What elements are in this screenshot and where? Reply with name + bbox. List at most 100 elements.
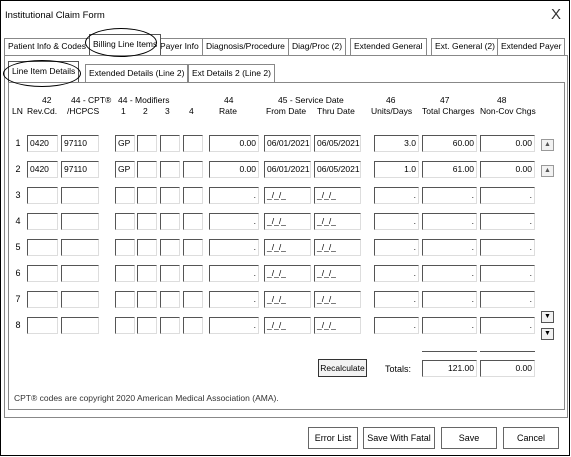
line-mod2-field[interactable] [137,187,157,204]
tab-payer-info[interactable]: Payer Info [156,38,203,55]
line-thru-field[interactable]: _/_/_ [314,187,361,204]
line-mod4-field[interactable] [183,239,203,256]
line-thru-field[interactable]: _/_/_ [314,291,361,308]
line-rate-field[interactable]: . [209,213,259,230]
line-from-field[interactable]: 06/01/2021 [264,161,311,178]
line-thru-field[interactable]: _/_/_ [314,239,361,256]
line-thru-field[interactable]: _/_/_ [314,317,361,334]
line-total-field[interactable]: . [422,291,477,308]
line-units-field[interactable]: 1.0 [374,161,419,178]
save-button[interactable]: Save [441,427,497,449]
line-units-field[interactable]: . [374,213,419,230]
line-noncov-field[interactable]: . [480,317,535,334]
line-rev-field[interactable]: 0420 [27,161,58,178]
line-rate-field[interactable]: 0.00 [209,135,259,152]
tab-ext-general-2[interactable]: Ext. General (2) [431,38,499,55]
line-noncov-field[interactable]: . [480,291,535,308]
line-mod3-field[interactable] [160,317,180,334]
cancel-button[interactable]: Cancel [503,427,559,449]
error-list-button[interactable]: Error List [308,427,358,449]
line-rate-field[interactable]: . [209,239,259,256]
line-rev-field[interactable] [27,239,58,256]
down-arrow-icon[interactable]: ▼ [541,311,554,323]
line-mod3-field[interactable] [160,239,180,256]
line-total-field[interactable]: . [422,187,477,204]
subtab-ext-details-2[interactable]: Ext Details 2 (Line 2) [188,64,275,82]
line-mod1-field[interactable] [115,317,135,334]
line-cpt-field[interactable] [61,317,99,334]
line-total-field[interactable]: . [422,317,477,334]
line-noncov-field[interactable]: . [480,213,535,230]
line-mod1-field[interactable] [115,239,135,256]
line-rate-field[interactable]: 0.00 [209,161,259,178]
line-noncov-field[interactable]: 0.00 [480,161,535,178]
line-units-field[interactable]: 3.0 [374,135,419,152]
line-thru-field[interactable]: _/_/_ [314,265,361,282]
line-total-field[interactable]: . [422,213,477,230]
line-thru-field[interactable]: 06/05/2021 [314,161,361,178]
line-from-field[interactable]: _/_/_ [264,213,311,230]
line-cpt-field[interactable] [61,187,99,204]
tab-patient-info[interactable]: Patient Info & Codes [4,38,90,55]
tab-diagnosis-procedure[interactable]: Diagnosis/Procedure [202,38,289,55]
line-thru-field[interactable]: _/_/_ [314,213,361,230]
line-noncov-field[interactable]: . [480,265,535,282]
line-mod3-field[interactable] [160,213,180,230]
line-cpt-field[interactable] [61,265,99,282]
line-mod4-field[interactable] [183,317,203,334]
line-rev-field[interactable] [27,265,58,282]
subtab-line-item-details[interactable]: Line Item Details [8,61,80,82]
line-mod1-field[interactable]: GP [115,135,135,152]
line-mod2-field[interactable] [137,265,157,282]
line-cpt-field[interactable] [61,239,99,256]
line-total-field[interactable]: 61.00 [422,161,477,178]
line-mod2-field[interactable] [137,291,157,308]
line-rev-field[interactable] [27,213,58,230]
line-mod2-field[interactable] [137,317,157,334]
line-mod3-field[interactable] [160,291,180,308]
line-rate-field[interactable]: . [209,317,259,334]
line-cpt-field[interactable]: 97110 [61,161,99,178]
line-mod4-field[interactable] [183,265,203,282]
line-cpt-field[interactable] [61,291,99,308]
line-mod2-field[interactable] [137,135,157,152]
subtab-extended-details[interactable]: Extended Details (Line 2) [85,64,189,82]
down-arrow-icon[interactable]: ▼ [541,328,554,340]
line-rev-field[interactable] [27,291,58,308]
close-icon[interactable]: X [551,6,561,23]
line-mod1-field[interactable] [115,265,135,282]
line-mod1-field[interactable] [115,213,135,230]
line-rev-field[interactable]: 0420 [27,135,58,152]
tab-billing-line-items[interactable]: Billing Line Items [89,34,162,55]
line-cpt-field[interactable] [61,213,99,230]
line-mod1-field[interactable] [115,187,135,204]
up-arrow-icon[interactable]: ▲ [541,139,554,151]
line-mod2-field[interactable] [137,239,157,256]
line-total-field[interactable]: . [422,239,477,256]
line-units-field[interactable]: . [374,239,419,256]
line-mod3-field[interactable] [160,161,180,178]
line-from-field[interactable]: _/_/_ [264,291,311,308]
tab-extended-general[interactable]: Extended General [350,38,427,55]
line-noncov-field[interactable]: . [480,239,535,256]
line-mod2-field[interactable] [137,161,157,178]
line-mod3-field[interactable] [160,135,180,152]
line-rate-field[interactable]: . [209,187,259,204]
line-mod1-field[interactable]: GP [115,161,135,178]
line-mod4-field[interactable] [183,161,203,178]
line-thru-field[interactable]: 06/05/2021 [314,135,361,152]
line-mod4-field[interactable] [183,135,203,152]
line-units-field[interactable]: . [374,317,419,334]
line-from-field[interactable]: _/_/_ [264,187,311,204]
line-mod3-field[interactable] [160,265,180,282]
save-with-fatal-button[interactable]: Save With Fatal [363,427,435,449]
line-units-field[interactable]: . [374,291,419,308]
line-total-field[interactable]: . [422,265,477,282]
tab-extended-payer[interactable]: Extended Payer [497,38,566,55]
line-mod4-field[interactable] [183,187,203,204]
line-mod4-field[interactable] [183,213,203,230]
line-rate-field[interactable]: . [209,265,259,282]
line-units-field[interactable]: . [374,187,419,204]
line-rate-field[interactable]: . [209,291,259,308]
line-from-field[interactable]: _/_/_ [264,265,311,282]
